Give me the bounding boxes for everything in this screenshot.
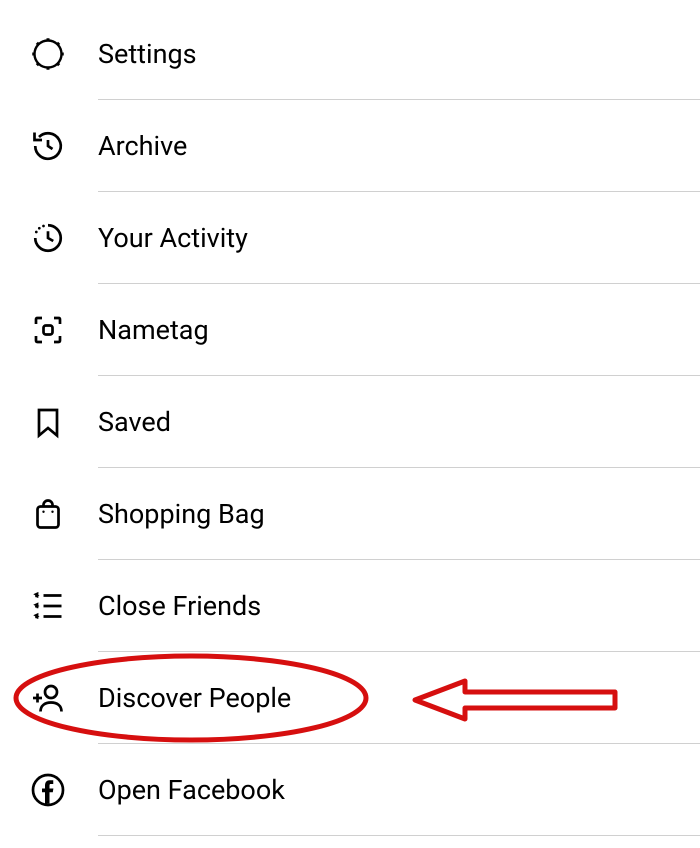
nametag-icon: [30, 312, 98, 348]
divider: [98, 835, 700, 836]
archive-icon: [30, 128, 98, 164]
profile-menu: Settings Archive Your Activity: [0, 0, 700, 836]
menu-item-archive[interactable]: Archive: [0, 100, 700, 192]
menu-item-shopping-bag[interactable]: Shopping Bag: [0, 468, 700, 560]
menu-item-close-friends[interactable]: Close Friends: [0, 560, 700, 652]
menu-item-label: Discover People: [98, 682, 291, 714]
settings-icon: [30, 36, 98, 72]
menu-item-label: Settings: [98, 38, 197, 70]
facebook-icon: [30, 772, 98, 808]
menu-item-settings[interactable]: Settings: [0, 8, 700, 100]
shopping-bag-icon: [30, 496, 98, 532]
menu-item-activity[interactable]: Your Activity: [0, 192, 700, 284]
menu-item-label: Open Facebook: [98, 774, 285, 806]
close-friends-icon: [30, 588, 98, 624]
menu-item-open-facebook[interactable]: Open Facebook: [0, 744, 700, 836]
activity-icon: [30, 220, 98, 256]
discover-people-icon: [30, 680, 98, 716]
menu-item-nametag[interactable]: Nametag: [0, 284, 700, 376]
menu-item-label: Archive: [98, 130, 187, 162]
menu-item-label: Saved: [98, 406, 171, 438]
saved-icon: [30, 404, 98, 440]
menu-item-saved[interactable]: Saved: [0, 376, 700, 468]
menu-item-label: Shopping Bag: [98, 498, 265, 530]
menu-item-label: Close Friends: [98, 590, 261, 622]
menu-item-label: Your Activity: [98, 222, 248, 254]
menu-item-label: Nametag: [98, 314, 209, 346]
menu-item-discover-people[interactable]: Discover People: [0, 652, 700, 744]
